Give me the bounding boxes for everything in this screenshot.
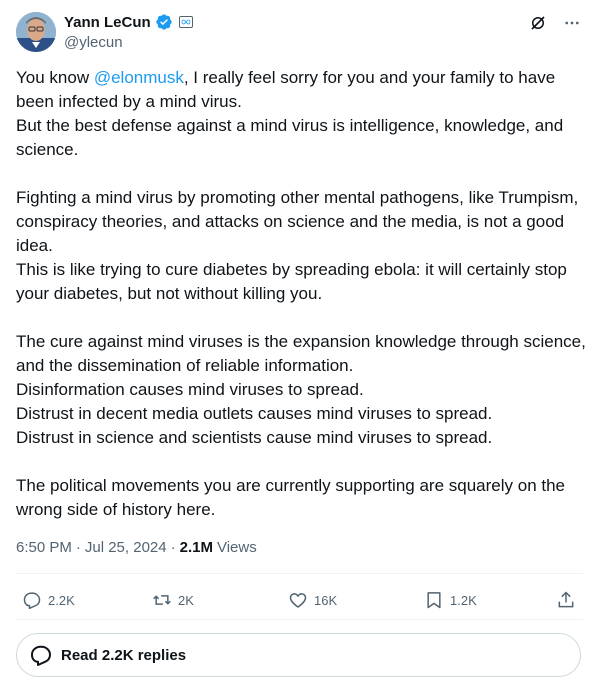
- tweet-text: You know @elonmusk, I really feel sorry …: [16, 66, 588, 522]
- heart-icon: [289, 593, 307, 608]
- share-button[interactable]: [556, 590, 576, 610]
- author-name[interactable]: Yann LeCun: [64, 14, 151, 31]
- tweet-paragraph: Distrust in science and scientists cause…: [16, 428, 493, 447]
- reply-icon: [31, 645, 51, 666]
- tweet-paragraph: Disinformation causes mind viruses to sp…: [16, 380, 364, 399]
- tweet-time[interactable]: 6:50 PM: [16, 539, 72, 556]
- tweet-paragraph: But the best defense against a mind viru…: [16, 116, 564, 159]
- tweet-paragraph: The political movements you are currentl…: [16, 476, 566, 519]
- tweet-header: Yann LeCun @ylecun: [16, 12, 583, 52]
- read-replies-label: Read 2.2K replies: [61, 646, 187, 664]
- read-replies-button[interactable]: Read 2.2K replies: [16, 633, 581, 677]
- repost-icon: [153, 595, 171, 605]
- like-button[interactable]: 16K: [288, 590, 337, 610]
- bookmark-button[interactable]: 1.2K: [424, 590, 477, 610]
- more-options-icon[interactable]: [563, 14, 581, 32]
- bookmark-count: 1.2K: [450, 592, 477, 608]
- divider: [16, 573, 583, 574]
- verified-badge-icon: [156, 14, 172, 30]
- mention-link[interactable]: @elonmusk: [94, 68, 184, 87]
- bookmark-icon: [427, 592, 441, 609]
- reply-icon: [23, 592, 41, 610]
- repost-count: 2K: [178, 592, 194, 608]
- tweet-paragraph: Distrust in decent media outlets causes …: [16, 404, 493, 423]
- meta-affiliation-icon[interactable]: [178, 16, 193, 28]
- share-icon: [558, 591, 574, 608]
- views-count: 2.1M: [179, 539, 213, 556]
- tweet-paragraph: This is like trying to cure diabetes by …: [16, 260, 567, 303]
- reply-button[interactable]: 2.2K: [22, 590, 75, 610]
- tweet-paragraph: The cure against mind viruses is the exp…: [16, 332, 586, 375]
- grok-icon[interactable]: [529, 14, 547, 32]
- avatar[interactable]: [16, 12, 56, 52]
- tweet-paragraph: Fighting a mind virus by promoting other…: [16, 188, 579, 255]
- tweet-meta: 6:50 PM · Jul 25, 2024 · 2.1M Views: [16, 539, 257, 556]
- reply-count: 2.2K: [48, 592, 75, 608]
- repost-button[interactable]: 2K: [152, 590, 194, 610]
- author-handle[interactable]: @ylecun: [64, 34, 123, 51]
- action-bar: 2.2K 2K 16K 1.2K: [16, 584, 583, 618]
- views-label: Views: [216, 539, 257, 556]
- tweet-date[interactable]: Jul 25, 2024: [85, 539, 167, 556]
- tweet-paragraph: You know @elonmusk, I really feel sorry …: [16, 68, 556, 111]
- divider: [16, 619, 583, 620]
- like-count: 16K: [314, 592, 338, 608]
